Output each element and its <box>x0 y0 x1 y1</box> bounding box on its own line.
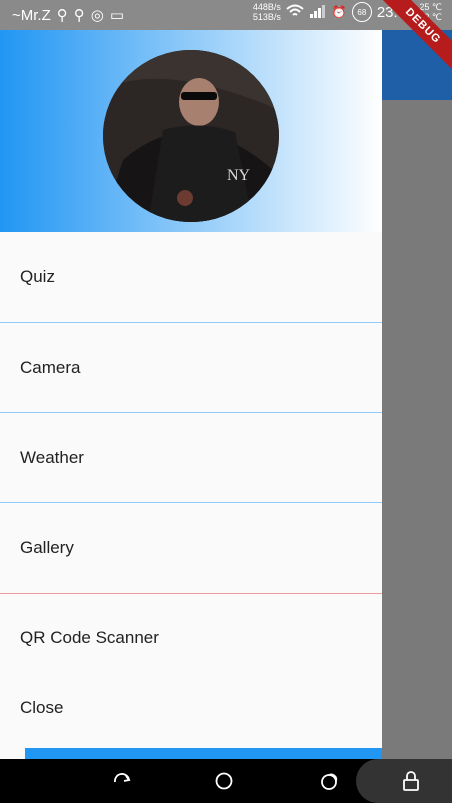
drawer-item-label: Close <box>20 698 64 717</box>
drawer-item-close[interactable]: Close <box>0 682 382 734</box>
drawer-item-quiz[interactable]: Quiz <box>0 232 382 322</box>
recents-icon[interactable] <box>318 769 342 793</box>
drawer-item-qr-code-scanner[interactable]: QR Code Scanner <box>0 594 382 682</box>
wifi-icon <box>286 4 304 21</box>
drawer-item-label: Camera <box>20 357 81 377</box>
drawer-header: NY <box>0 30 382 232</box>
lock-pill[interactable] <box>356 759 452 803</box>
status-left: ~Mr.Z ⚲ ⚲ ◎ ▭ <box>12 6 125 25</box>
drawer-item-gallery[interactable]: Gallery <box>0 503 382 593</box>
drawer-item-label: QR Code Scanner <box>20 628 159 647</box>
home-circle-icon[interactable] <box>212 769 236 793</box>
alarm-icon: ⏰ <box>331 5 347 19</box>
svg-text:NY: NY <box>227 167 251 184</box>
speed-down: 513B/s <box>252 12 281 22</box>
rotate-icon[interactable] <box>110 769 134 793</box>
navigation-drawer: NY Quiz Camera Weather Gallery QR Code S… <box>0 30 382 759</box>
network-speed: 448B/s 513B/s <box>253 2 281 22</box>
usb-icon-2: ⚲ <box>73 7 85 24</box>
whatsapp-icon: ◎ <box>90 7 104 24</box>
drawer-item-camera[interactable]: Camera <box>0 323 382 412</box>
status-bar: ~Mr.Z ⚲ ⚲ ◎ ▭ 448B/s 513B/s ⏰ 68 23:40 2… <box>0 0 452 30</box>
speed-up: 448B/s <box>252 2 281 12</box>
usb-icon: ⚲ <box>56 7 68 24</box>
drawer-item-label: Gallery <box>20 538 74 557</box>
signal-icon <box>309 4 327 21</box>
laptop-icon: ▭ <box>109 7 125 24</box>
lock-icon[interactable] <box>399 769 423 793</box>
battery-icon: 68 <box>351 2 372 22</box>
temp-1: 25 ℃ <box>419 2 442 12</box>
drawer-item-weather[interactable]: Weather <box>0 413 382 502</box>
system-nav-bar <box>0 759 452 803</box>
carrier-label: ~Mr.Z <box>12 6 51 24</box>
avatar[interactable]: NY <box>103 50 279 222</box>
bottom-button[interactable] <box>25 748 382 759</box>
drawer-item-label: Weather <box>20 447 84 467</box>
drawer-item-label: Quiz <box>20 267 55 286</box>
